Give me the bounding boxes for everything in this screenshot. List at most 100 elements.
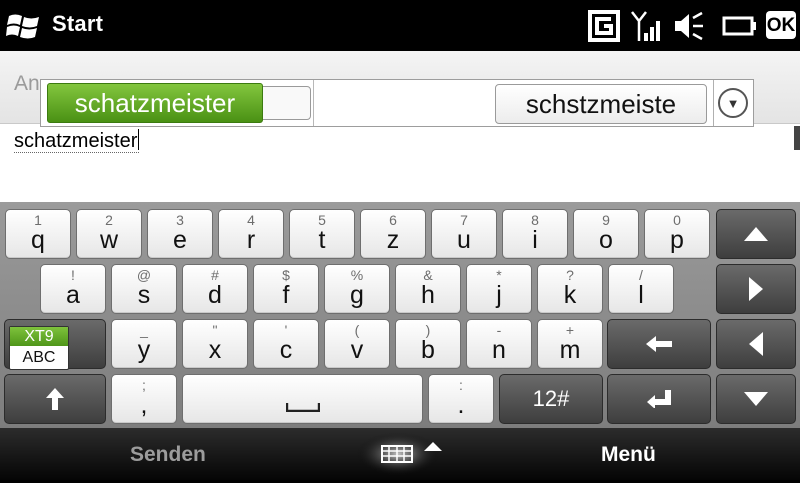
key-g-label: g xyxy=(350,281,364,309)
key-m[interactable]: + m xyxy=(537,319,603,369)
key-p-label: p xyxy=(670,226,684,254)
softkey-left[interactable]: Senden xyxy=(130,443,206,467)
abc-label: ABC xyxy=(22,349,56,366)
gprs-icon xyxy=(588,10,620,42)
shift-key[interactable] xyxy=(4,374,106,424)
key-d-label: d xyxy=(208,281,222,309)
key-b[interactable]: ) b xyxy=(395,319,461,369)
enter-key[interactable] xyxy=(607,374,711,424)
message-text-value: schatzmeister xyxy=(14,130,138,152)
key-e-label: e xyxy=(173,226,187,254)
numbers-key[interactable]: 12# xyxy=(499,374,603,424)
numbers-key-label: 12# xyxy=(532,386,570,411)
key-y-label: y xyxy=(137,336,151,364)
key-w[interactable]: 2w xyxy=(76,209,142,259)
keyboard-toggle-icon xyxy=(356,432,442,476)
suggestion-divider xyxy=(713,80,714,126)
key-z-label: z xyxy=(386,226,400,254)
key-z[interactable]: 6z xyxy=(360,209,426,259)
arrow-right-key[interactable] xyxy=(716,264,796,314)
key-j-label: j xyxy=(496,281,502,309)
key-w-label: w xyxy=(99,226,119,254)
arrow-left-key[interactable] xyxy=(716,319,796,369)
period-key[interactable]: : . xyxy=(428,374,494,424)
key-m-label: m xyxy=(559,336,581,364)
key-n-label: n xyxy=(492,336,506,364)
softkey-bar: Senden Menü xyxy=(0,428,800,480)
backspace-icon xyxy=(646,336,672,352)
suggestion-primary[interactable]: schatzmeister xyxy=(47,83,263,123)
message-text[interactable]: schatzmeister xyxy=(14,129,140,153)
app-title[interactable]: Start xyxy=(52,11,103,37)
key-f[interactable]: $ f xyxy=(253,264,319,314)
key-n[interactable]: -n xyxy=(466,319,532,369)
key-o-label: o xyxy=(599,226,613,254)
suggestion-secondary[interactable]: schstzmeiste xyxy=(495,84,707,124)
key-y[interactable]: _ y xyxy=(111,319,177,369)
key-s[interactable]: @ s xyxy=(111,264,177,314)
key-k[interactable]: ? k xyxy=(537,264,603,314)
signal-strength-icon xyxy=(631,11,660,41)
enter-icon xyxy=(647,390,671,408)
period-key-label: . xyxy=(457,391,465,419)
key-u[interactable]: 7u xyxy=(431,209,497,259)
suggestion-slot: schatzmeister xyxy=(41,80,314,126)
key-l[interactable]: / l xyxy=(608,264,674,314)
key-b-label: b xyxy=(421,336,435,364)
key-r[interactable]: 4r xyxy=(218,209,284,259)
arrow-right-icon xyxy=(749,277,763,301)
key-u-label: u xyxy=(457,226,471,254)
key-c[interactable]: ' c xyxy=(253,319,319,369)
status-bar: Start OK xyxy=(0,0,800,51)
comma-key[interactable]: ; , xyxy=(111,374,177,424)
key-f-label: f xyxy=(282,281,290,309)
key-r-label: r xyxy=(246,226,256,254)
key-k-label: k xyxy=(563,281,577,309)
key-h[interactable]: & h xyxy=(395,264,461,314)
key-p[interactable]: 0p xyxy=(644,209,710,259)
key-j[interactable]: * j xyxy=(466,264,532,314)
arrow-up-key[interactable] xyxy=(716,209,796,259)
key-g[interactable]: % g xyxy=(324,264,390,314)
soft-keyboard: 1q2w3e4r5t6z7u8i9o0p ! a @ s # d $ f% g & h * j? k / l … xyxy=(0,202,800,428)
key-h-label: h xyxy=(421,281,435,309)
key-a[interactable]: ! a xyxy=(40,264,106,314)
key-t-label: t xyxy=(318,226,326,254)
compose-area: An schatzmeister schstzmeiste ▼ schatzme… xyxy=(0,51,800,202)
arrow-up-icon xyxy=(744,227,768,241)
chevron-down-circle-icon[interactable]: ▼ xyxy=(718,88,748,118)
key-e[interactable]: 3e xyxy=(147,209,213,259)
space-key[interactable] xyxy=(182,374,423,424)
battery-icon xyxy=(722,16,756,36)
key-c-label: c xyxy=(279,336,293,364)
arrow-down-icon xyxy=(744,392,768,406)
backspace-key[interactable] xyxy=(607,319,711,369)
key-a-label: a xyxy=(66,281,80,309)
xt9-toggle-key[interactable]: XT9 ABC xyxy=(4,319,106,370)
key-q[interactable]: 1q xyxy=(5,209,71,259)
key-i-label: i xyxy=(532,226,538,254)
key-q-label: q xyxy=(31,226,45,254)
key-o[interactable]: 9o xyxy=(573,209,639,259)
windows-start-icon[interactable] xyxy=(6,10,42,42)
key-l-label: l xyxy=(638,281,644,309)
ok-button[interactable]: OK xyxy=(766,11,796,39)
space-icon xyxy=(285,403,320,412)
softkey-right[interactable]: Menü xyxy=(601,443,656,467)
recipient-label: An xyxy=(14,72,40,95)
shift-icon xyxy=(46,388,64,410)
key-v-label: v xyxy=(350,336,364,364)
text-caret xyxy=(138,129,140,150)
key-s-label: s xyxy=(137,281,151,309)
scrollbar[interactable] xyxy=(794,126,800,150)
arrow-down-key[interactable] xyxy=(716,374,796,424)
key-t[interactable]: 5t xyxy=(289,209,355,259)
recipient-row: An schatzmeister schstzmeiste ▼ xyxy=(0,51,800,127)
keyboard-toggle-button[interactable] xyxy=(356,430,456,478)
comma-key-label: , xyxy=(140,391,148,419)
key-i[interactable]: 8i xyxy=(502,209,568,259)
xt9-badge: XT9 ABC xyxy=(9,326,69,370)
key-x[interactable]: " x xyxy=(182,319,248,369)
key-v[interactable]: (v xyxy=(324,319,390,369)
key-d[interactable]: # d xyxy=(182,264,248,314)
